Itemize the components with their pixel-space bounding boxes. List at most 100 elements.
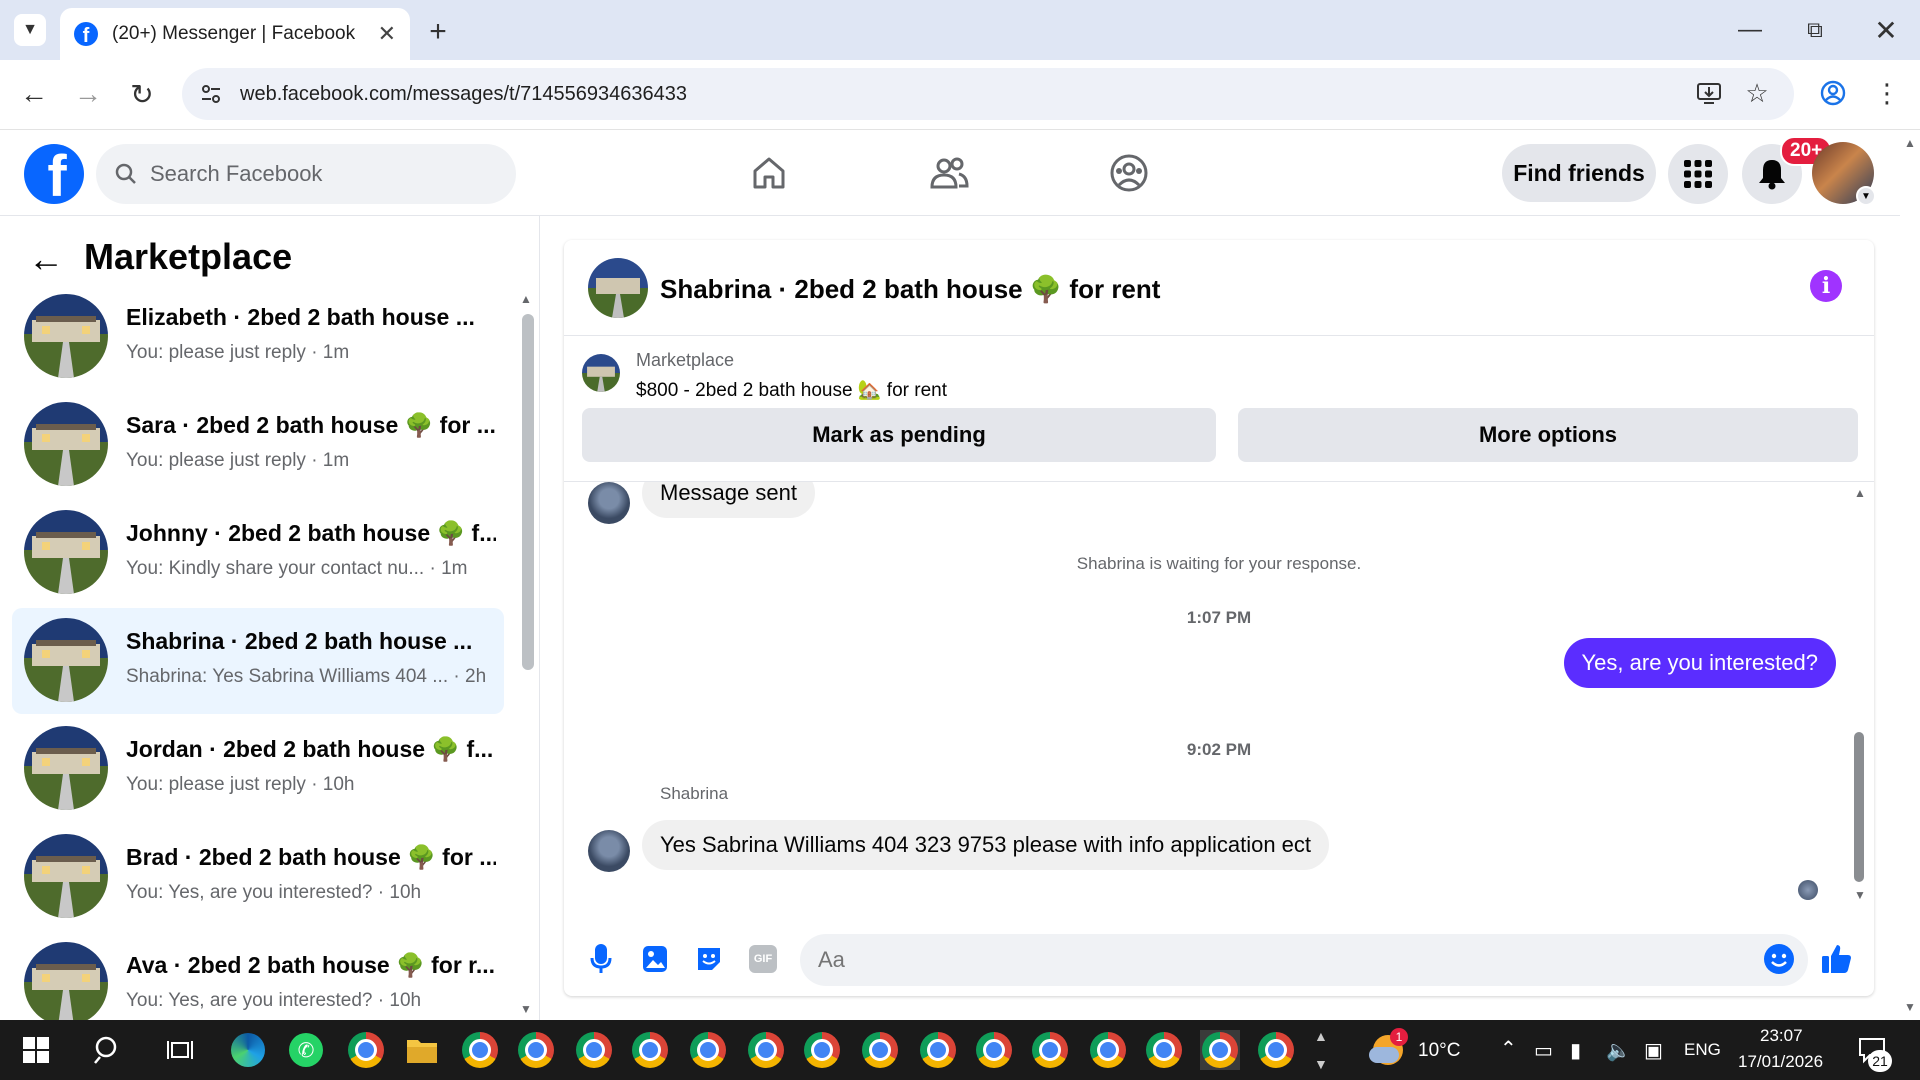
browser-tab[interactable]: f (20+) Messenger | Facebook ✕ (60, 8, 410, 60)
close-window-button[interactable]: ✕ (1866, 10, 1906, 50)
battery-icon[interactable]: ▮ (1570, 1038, 1581, 1063)
browser-menu-icon[interactable]: ⋮ (1870, 76, 1904, 110)
chat-scrollbar[interactable] (1854, 732, 1864, 882)
chrome-icon[interactable] (918, 1030, 958, 1070)
conversation-item[interactable]: Brad · 2bed 2 bath house 🌳 for ... You: Y… (12, 824, 504, 930)
facebook-logo-icon[interactable]: f (24, 144, 84, 204)
chrome-icon[interactable] (1200, 1030, 1240, 1070)
info-icon[interactable]: i (1810, 270, 1842, 302)
chrome-icon[interactable] (1088, 1030, 1128, 1070)
bookmark-star-icon[interactable]: ☆ (1740, 76, 1774, 110)
chrome-icon[interactable] (460, 1030, 500, 1070)
edge-icon[interactable] (228, 1030, 268, 1070)
conversation-preview: You: Yes, are you interested? · 10h (126, 882, 422, 903)
clock-time[interactable]: 23:07 (1760, 1026, 1803, 1046)
minimize-button[interactable]: — (1730, 10, 1770, 50)
house-thumbnail[interactable] (588, 258, 648, 318)
chrome-icon[interactable] (860, 1030, 900, 1070)
scroll-down-icon[interactable]: ▼ (520, 1002, 532, 1016)
new-tab-button[interactable]: + (420, 14, 456, 50)
listing-photo (24, 402, 108, 486)
clock-date[interactable]: 17/01/2026 (1738, 1052, 1823, 1072)
site-info-icon[interactable] (200, 83, 222, 105)
chrome-icon[interactable] (574, 1030, 614, 1070)
conversation-preview: You: please just reply · 10h (126, 774, 355, 795)
file-explorer-icon[interactable] (402, 1030, 442, 1070)
reload-icon[interactable]: ↻ (122, 74, 162, 114)
sidebar-scrollbar[interactable] (522, 314, 534, 670)
listing-thumbnail[interactable] (582, 354, 620, 392)
chrome-icon[interactable] (802, 1030, 842, 1070)
page-scroll-down-icon[interactable]: ▼ (1904, 1000, 1916, 1014)
chrome-icon[interactable] (746, 1030, 786, 1070)
chrome-icon[interactable] (688, 1030, 728, 1070)
back-arrow-icon[interactable]: ← (28, 238, 64, 280)
more-options-button[interactable]: More options (1238, 408, 1858, 462)
chat-title[interactable]: Shabrina · 2bed 2 bath house 🌳 for rent (660, 274, 1160, 305)
chrome-icon[interactable] (346, 1030, 386, 1070)
message-input[interactable] (800, 934, 1808, 986)
photo-icon[interactable] (638, 942, 672, 976)
taskbar-scroll-up-icon[interactable]: ▲ (1314, 1028, 1328, 1044)
find-friends-button[interactable]: Find friends (1502, 144, 1656, 202)
conversation-item[interactable]: Sara · 2bed 2 bath house 🌳 for ... You: p… (12, 392, 504, 498)
install-app-icon[interactable] (1692, 76, 1726, 110)
incoming-message[interactable]: Yes Sabrina Williams 404 323 9753 please… (642, 820, 1330, 870)
forward-icon[interactable]: → (68, 74, 108, 114)
scroll-up-icon[interactable]: ▲ (1854, 486, 1866, 500)
language-indicator[interactable]: ENG (1684, 1040, 1721, 1060)
gif-icon[interactable]: GIF (746, 942, 780, 976)
chrome-icon[interactable] (1030, 1030, 1070, 1070)
message-thread: Message sent Shabrina is waiting for you… (564, 482, 1874, 920)
outgoing-message[interactable]: Yes, are you interested? (1563, 638, 1836, 688)
chrome-icon[interactable] (1144, 1030, 1184, 1070)
temperature[interactable]: 10°C (1418, 1040, 1460, 1062)
camera-icon[interactable]: ▣ (1644, 1038, 1663, 1063)
home-icon[interactable] (744, 148, 794, 198)
network-icon[interactable]: ▭ (1534, 1038, 1553, 1063)
notification-count: 21 (1868, 1050, 1892, 1072)
mark-as-pending-button[interactable]: Mark as pending (582, 408, 1216, 462)
page-scroll-up-icon[interactable]: ▲ (1904, 136, 1916, 150)
read-receipt-avatar (1798, 880, 1818, 900)
chrome-icon[interactable] (630, 1030, 670, 1070)
groups-icon[interactable] (1104, 148, 1154, 198)
conversation-item[interactable]: Shabrina · 2bed 2 bath house ... Shabrina… (12, 608, 504, 714)
taskbar-scroll-down-icon[interactable]: ▼ (1314, 1056, 1328, 1072)
tab-search-button[interactable]: ▼ (14, 14, 46, 46)
taskbar-search-icon[interactable] (88, 1030, 128, 1070)
tab-close-icon[interactable]: ✕ (378, 21, 396, 47)
conversation-item[interactable]: Elizabeth · 2bed 2 bath house ... You: pl… (12, 284, 504, 390)
scroll-down-icon[interactable]: ▼ (1854, 888, 1866, 902)
thumbs-up-icon[interactable] (1820, 942, 1854, 976)
show-hidden-icons-icon[interactable]: ⌃ (1500, 1036, 1517, 1061)
chrome-icon[interactable] (974, 1030, 1014, 1070)
chrome-icon[interactable] (516, 1030, 556, 1070)
whatsapp-icon[interactable]: ✆ (286, 1030, 326, 1070)
conversation-item[interactable]: Johnny · 2bed 2 bath house 🌳 f... You: Ki… (12, 500, 504, 606)
browser-toolbar: ← → ↻ web.facebook.com/messages/t/714556… (0, 60, 1920, 130)
address-bar[interactable]: web.facebook.com/messages/t/714556934636… (182, 68, 1794, 120)
windows-start-icon[interactable] (16, 1030, 56, 1070)
sender-name: Shabrina (660, 784, 729, 803)
profile-icon[interactable] (1816, 76, 1850, 110)
menu-grid-icon[interactable] (1668, 144, 1728, 204)
friends-icon[interactable] (924, 148, 974, 198)
back-icon[interactable]: ← (14, 74, 54, 114)
emoji-icon[interactable] (1762, 942, 1796, 976)
url-text: web.facebook.com/messages/t/714556934636… (240, 82, 687, 105)
listing-title[interactable]: $800 - 2bed 2 bath house 🏡 for rent (636, 378, 947, 402)
chrome-icon[interactable] (1256, 1030, 1296, 1070)
task-view-icon[interactable] (160, 1030, 200, 1070)
restore-button[interactable]: ⧉ (1795, 10, 1835, 50)
volume-icon[interactable]: 🔈 (1606, 1038, 1631, 1063)
facebook-search-box[interactable]: Search Facebook (96, 144, 516, 204)
facebook-header: f Search Facebook Find friends (0, 130, 1900, 216)
facebook-favicon-icon: f (74, 22, 98, 46)
sticker-icon[interactable] (692, 942, 726, 976)
conversation-item[interactable]: Jordan · 2bed 2 bath house 🌳 f... You: pl… (12, 716, 504, 822)
message-sent-bubble[interactable]: Message sent (642, 482, 815, 518)
microphone-icon[interactable] (584, 942, 618, 976)
scroll-up-icon[interactable]: ▲ (520, 292, 532, 306)
account-avatar[interactable]: ▼ (1812, 142, 1876, 206)
